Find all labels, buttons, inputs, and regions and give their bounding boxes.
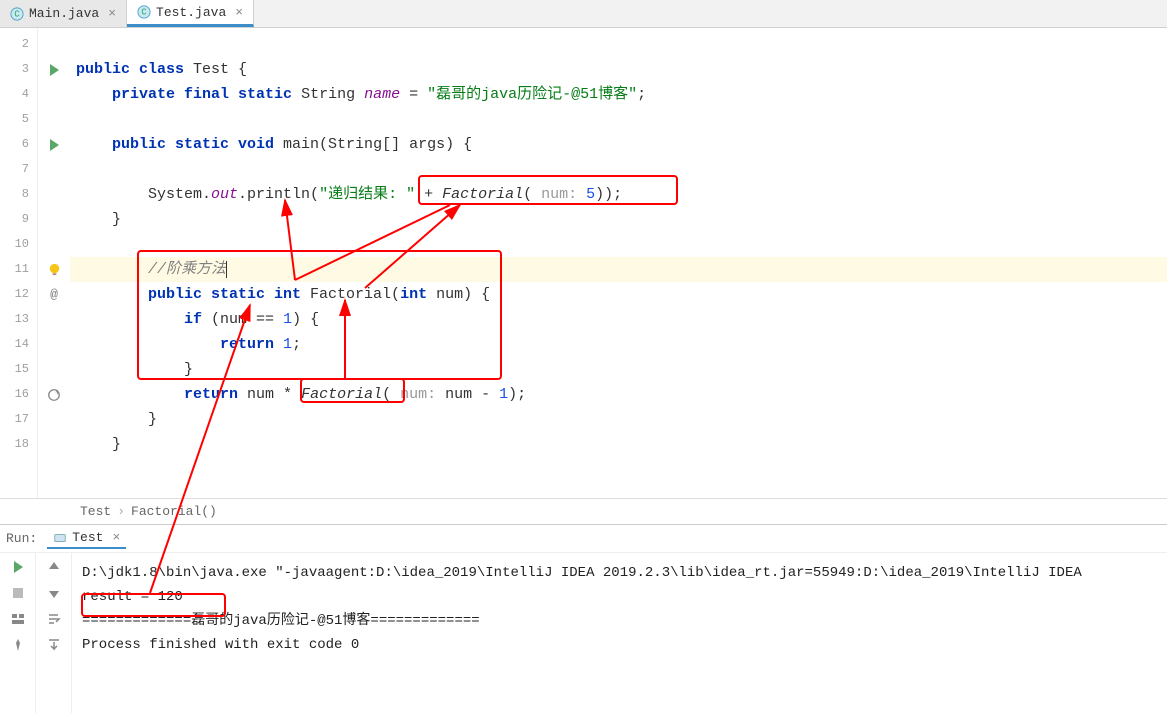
- rerun-icon[interactable]: [10, 559, 26, 575]
- soft-wrap-icon[interactable]: [46, 611, 62, 627]
- tab-test-java[interactable]: C Test.java ×: [127, 0, 254, 27]
- console-output[interactable]: D:\jdk1.8\bin\java.exe "-javaagent:D:\id…: [72, 553, 1167, 713]
- java-class-icon: C: [10, 7, 24, 21]
- tab-label: Main.java: [29, 6, 99, 21]
- console-line: Process finished with exit code 0: [82, 633, 1157, 657]
- breadcrumb-method[interactable]: Factorial(): [131, 504, 217, 519]
- chevron-right-icon: ›: [117, 504, 125, 519]
- run-toolbar-left2: [36, 553, 72, 713]
- run-icon[interactable]: [46, 137, 62, 153]
- run-toolbar-left: [0, 553, 36, 713]
- run-tab[interactable]: Test ×: [47, 528, 126, 549]
- run-header: Run: Test ×: [0, 525, 1167, 553]
- close-icon[interactable]: ×: [108, 6, 116, 21]
- breadcrumb-class[interactable]: Test: [80, 504, 111, 519]
- down-icon[interactable]: [46, 585, 62, 601]
- editor: 23456789101112131415161718 @ public clas…: [0, 28, 1167, 498]
- svg-text:C: C: [14, 9, 19, 19]
- java-class-icon: C: [137, 5, 151, 19]
- console-line: result = 120: [82, 585, 1157, 609]
- layout-icon[interactable]: [10, 611, 26, 627]
- recursive-call-icon: [47, 388, 61, 402]
- run-config-icon: [53, 531, 67, 545]
- code-area[interactable]: public class Test { private final static…: [70, 28, 1167, 498]
- editor-tabs: C Main.java × C Test.java ×: [0, 0, 1167, 28]
- up-icon[interactable]: [46, 559, 62, 575]
- pin-icon[interactable]: [10, 637, 26, 653]
- close-icon[interactable]: ×: [112, 530, 120, 545]
- run-panel: Run: Test × D:\jdk1.8\bin\java.exe "-jav…: [0, 524, 1167, 713]
- recursive-icon: @: [50, 287, 58, 302]
- lightbulb-icon[interactable]: [47, 262, 62, 277]
- svg-text:C: C: [141, 8, 146, 18]
- tab-label: Test.java: [156, 5, 226, 20]
- console-line: D:\jdk1.8\bin\java.exe "-javaagent:D:\id…: [82, 561, 1157, 585]
- tab-main-java[interactable]: C Main.java ×: [0, 0, 127, 27]
- run-label: Run:: [6, 531, 37, 546]
- close-icon[interactable]: ×: [235, 5, 243, 20]
- scroll-end-icon[interactable]: [46, 637, 62, 653]
- run-icon[interactable]: [46, 62, 62, 78]
- console-line: =============磊哥的java历险记-@51博客===========…: [82, 609, 1157, 633]
- breadcrumb: Test › Factorial(): [0, 498, 1167, 524]
- line-number-gutter: 23456789101112131415161718: [0, 28, 38, 498]
- stop-icon[interactable]: [10, 585, 26, 601]
- gutter-icons: @: [38, 28, 70, 498]
